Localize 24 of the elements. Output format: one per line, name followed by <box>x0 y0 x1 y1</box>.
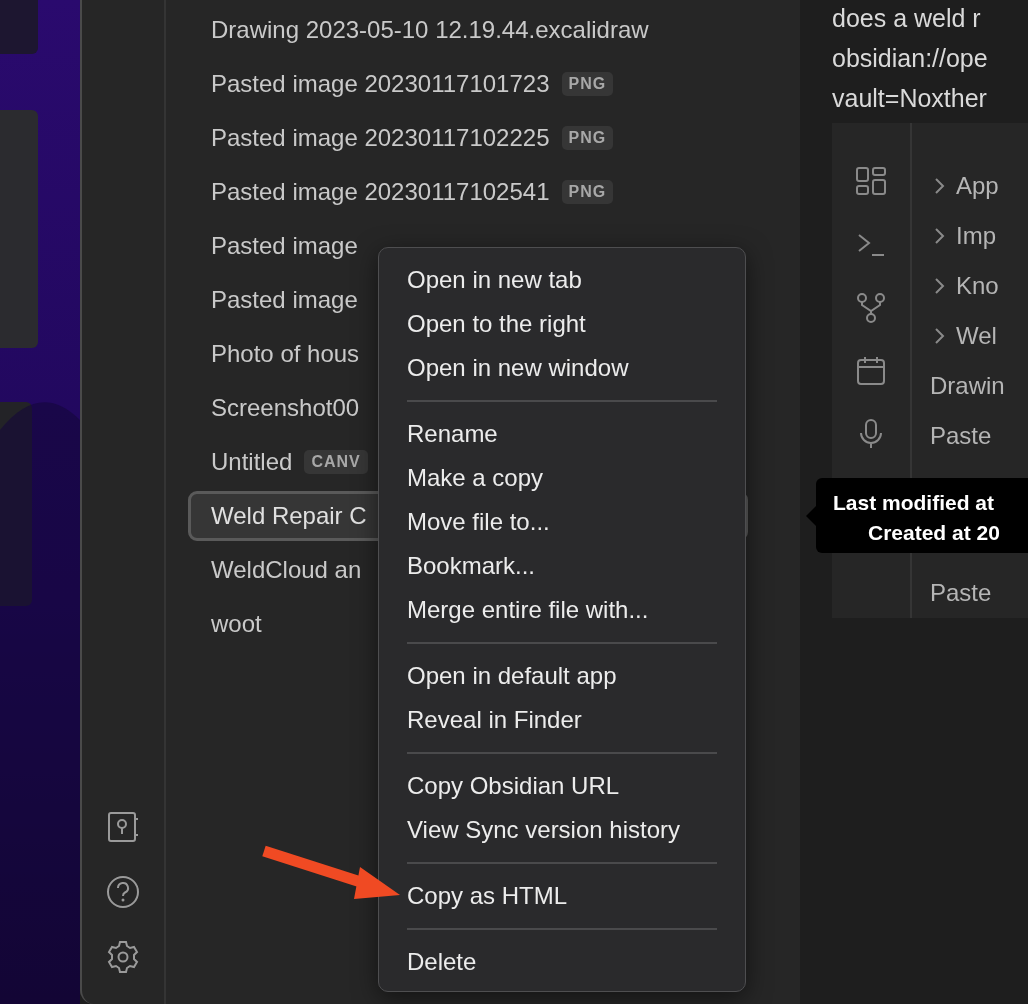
file-name: Drawing 2023-05-10 12.19.44.excalidraw <box>211 16 649 44</box>
file-name: Pasted image <box>211 232 358 260</box>
file-name: Pasted image 20230117102541 <box>211 178 550 206</box>
folder-name: Imp <box>956 222 996 250</box>
file-name: Untitled <box>211 448 293 476</box>
file-name: Drawin <box>930 372 1005 400</box>
tooltip-text: Last modified at <box>833 490 996 516</box>
note-text: does a weld r <box>832 3 982 34</box>
tooltip-text: Created at 20 <box>867 520 1001 546</box>
folder-name: Kno <box>956 272 999 300</box>
file-name: Paste <box>930 422 992 450</box>
file-type-tag: PNG <box>561 180 614 204</box>
folder-name: App <box>956 172 999 200</box>
note-text: vault=Noxther <box>832 83 988 114</box>
file-type-tag: PNG <box>561 72 614 96</box>
note-text: obsidian://ope <box>832 43 989 74</box>
file-name: Screenshot00 <box>211 394 360 422</box>
folder-name: Wel <box>956 322 997 350</box>
file-name: Weld Repair C <box>211 502 367 530</box>
file-name: Pasted image 20230117102225 <box>211 124 550 152</box>
file-type-tag: CANV <box>304 450 368 474</box>
file-type-tag: PNG <box>561 126 614 150</box>
file-name: Pasted image 20230117101723 <box>211 70 550 98</box>
file-name: Paste <box>930 579 992 607</box>
